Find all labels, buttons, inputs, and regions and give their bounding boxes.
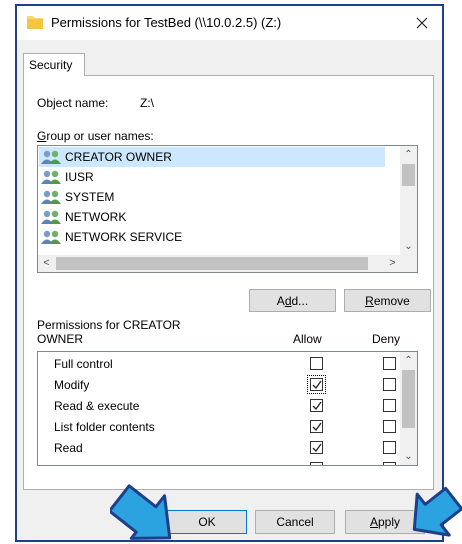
users-vertical-scrollbar[interactable]: ⌃ ⌄ [400, 146, 417, 255]
users-group-icon [41, 190, 61, 204]
remove-button[interactable]: Remove [344, 289, 431, 312]
users-group-icon [41, 230, 61, 244]
scroll-thumb[interactable] [402, 370, 415, 428]
checkmark-icon [320, 464, 321, 465]
deny-checkbox[interactable] [383, 462, 396, 465]
users-group-icon [41, 170, 61, 184]
group-label-accesskey: G [37, 129, 47, 143]
table-row: Read [38, 438, 402, 459]
pointer-arrow-icon [412, 486, 462, 537]
allow-checkbox[interactable] [310, 441, 323, 454]
scroll-down-icon[interactable]: ⌄ [400, 238, 417, 255]
users-group-icon [41, 210, 61, 224]
remove-label-post: emove [373, 293, 410, 308]
deny-checkbox[interactable] [383, 441, 396, 454]
permission-name: Modify [54, 378, 90, 392]
scroll-down-icon[interactable]: ⌄ [400, 448, 417, 465]
scroll-up-icon[interactable]: ⌃ [400, 146, 417, 163]
table-row: List folder contents [38, 417, 402, 438]
apply-label-accesskey: A [369, 515, 378, 529]
table-row: Read & execute [38, 396, 402, 417]
close-button[interactable] [402, 6, 442, 40]
user-name: NETWORK [65, 210, 127, 224]
allow-checkbox[interactable] [310, 420, 323, 433]
checkmark-icon [312, 401, 322, 411]
allow-checkbox[interactable] [310, 399, 323, 412]
permissions-list: Full control Modify Read & execute List [37, 351, 418, 466]
cancel-button[interactable]: Cancel [255, 510, 335, 534]
user-name: CREATOR OWNER [65, 150, 172, 164]
group-user-list[interactable]: CREATOR OWNER IUSR SYSTEM NETWORK NETWOR… [37, 145, 418, 273]
remove-label-accesskey: R [365, 293, 374, 308]
list-item[interactable]: CREATOR OWNER [39, 147, 385, 167]
add-button[interactable]: Ad d... [249, 289, 336, 312]
checkmark-icon [312, 443, 322, 453]
checkmark-icon [312, 380, 322, 390]
apply-label-post: pply [378, 515, 401, 529]
allow-checkbox[interactable] [310, 462, 323, 465]
title-bar: Permissions for TestBed (\\10.0.2.5) (Z:… [17, 6, 442, 40]
object-name-value: Z:\ [140, 96, 154, 110]
scroll-right-icon[interactable]: > [384, 255, 401, 272]
deny-column-header: Deny [372, 332, 401, 346]
list-item[interactable]: SYSTEM [39, 187, 385, 207]
table-row: Modify [38, 375, 402, 396]
user-name: NETWORK SERVICE [65, 230, 183, 244]
scroll-thumb[interactable] [56, 257, 368, 270]
window-title: Permissions for TestBed (\\10.0.2.5) (Z:… [51, 15, 282, 30]
close-icon [416, 17, 428, 29]
deny-checkbox[interactable] [383, 399, 396, 412]
list-item[interactable]: NETWORK [39, 207, 385, 227]
users-group-icon [41, 150, 61, 164]
permission-name: Read [54, 441, 83, 455]
user-name: SYSTEM [65, 190, 115, 204]
users-horizontal-scrollbar[interactable]: < > [38, 255, 417, 272]
permission-name: List folder contents [54, 420, 155, 434]
add-label-post: d... [291, 293, 309, 308]
permission-name: Read & execute [54, 399, 140, 413]
object-name-label: Object name: [37, 96, 109, 110]
folder-icon [27, 16, 43, 29]
scroll-left-icon[interactable]: < [38, 255, 55, 272]
scroll-thumb[interactable] [402, 164, 415, 186]
table-row [38, 459, 402, 465]
list-item[interactable]: IUSR [39, 167, 385, 187]
list-item[interactable]: NETWORK SERVICE [39, 227, 385, 247]
checkmark-icon [312, 422, 322, 432]
allow-checkbox[interactable] [307, 375, 326, 394]
group-names-label: Group or user names: [37, 129, 154, 143]
add-label-accesskey: d [284, 293, 292, 308]
table-row: Full control [38, 354, 402, 375]
deny-checkbox[interactable] [383, 420, 396, 433]
permissions-label: Permissions for CREATOR OWNER [37, 318, 181, 346]
tab-security[interactable]: Security [23, 53, 85, 76]
deny-checkbox[interactable] [383, 378, 396, 391]
add-label-pre: A [276, 293, 285, 308]
user-name: IUSR [65, 170, 94, 184]
permissions-dialog: Permissions for TestBed (\\10.0.2.5) (Z:… [15, 4, 444, 542]
group-label-text: roup or user names: [46, 129, 154, 143]
permissions-scrollbar[interactable]: ⌃ ⌄ [400, 352, 417, 465]
allow-column-header: Allow [293, 332, 322, 346]
pointer-arrow-icon [110, 484, 172, 540]
security-panel: Object name: Z:\ Group or user names: CR… [23, 75, 434, 490]
deny-checkbox[interactable] [383, 357, 396, 370]
allow-checkbox[interactable] [310, 357, 323, 370]
permission-name: Full control [54, 357, 113, 371]
scroll-up-icon[interactable]: ⌃ [400, 352, 417, 369]
